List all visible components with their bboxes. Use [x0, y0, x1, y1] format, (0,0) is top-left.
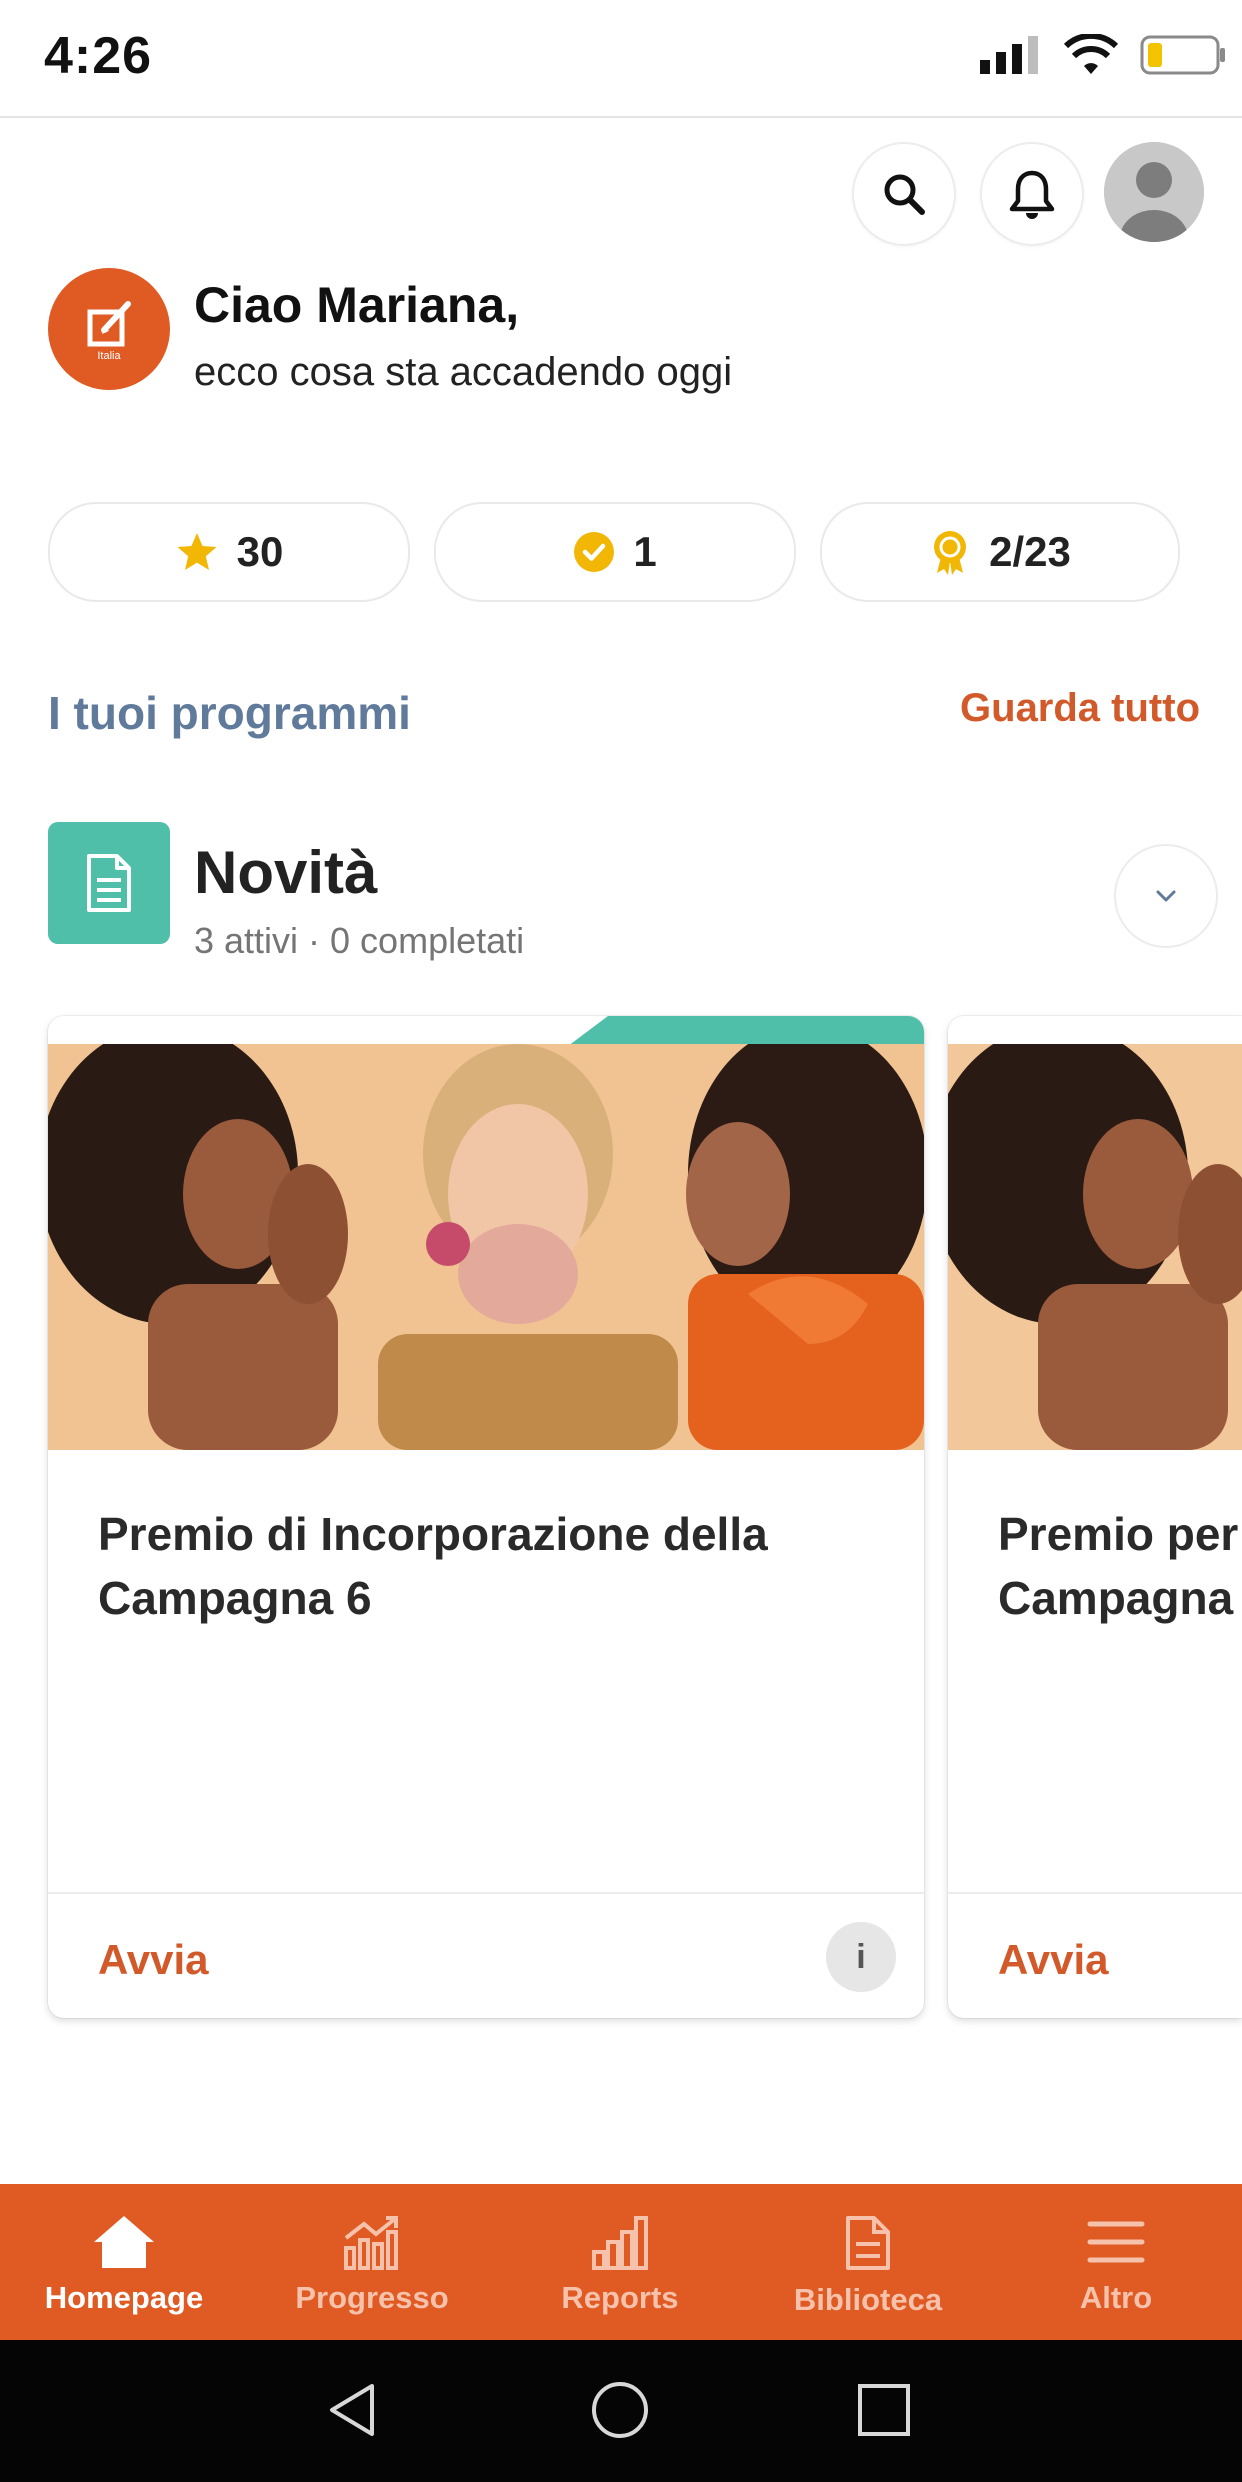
menu-icon [1087, 2221, 1145, 2263]
recents-icon[interactable] [856, 2382, 912, 2438]
notifications-button[interactable] [980, 142, 1084, 246]
brand-logo-text: Italia [97, 350, 121, 362]
collapse-group-button[interactable] [1114, 844, 1218, 948]
stat-completed[interactable]: 1 [434, 502, 796, 602]
nav-reports[interactable]: Reports [496, 2184, 744, 2340]
nav-biblioteca-label: Biblioteca [793, 2282, 943, 2317]
nav-altro[interactable]: Altro [992, 2184, 1240, 2340]
document-icon [846, 2216, 890, 2270]
card-image [48, 1044, 924, 1450]
card-title: Premio per Campagna [998, 1508, 1239, 1624]
search-button[interactable] [852, 142, 956, 246]
card-divider [48, 1892, 924, 1894]
nav-progresso[interactable]: Progresso [248, 2184, 496, 2340]
stat-badges[interactable]: 2/23 [820, 502, 1180, 602]
nav-reports-label: Reports [561, 2280, 679, 2315]
stat-completed-value: 1 [633, 528, 657, 575]
greeting-title: Ciao Mariana, [194, 277, 520, 333]
stat-badges-value: 2/23 [989, 528, 1071, 575]
see-all-link[interactable]: Guarda tutto [960, 686, 1200, 731]
stat-points-value: 30 [236, 528, 284, 575]
bell-icon [1009, 170, 1055, 219]
bars-icon [592, 2216, 648, 2270]
chevron-down-icon [1156, 890, 1176, 902]
program-group-title: Novità [194, 839, 378, 906]
avatar-placeholder-icon [1104, 142, 1204, 242]
signal-icon [980, 36, 1038, 74]
programs-section-title: I tuoi programmi [48, 687, 411, 739]
program-card[interactable]: Premio per Campagna Avvia [948, 1016, 1242, 2018]
chart-icon [344, 2216, 398, 2270]
home-circle-icon[interactable] [590, 2380, 650, 2440]
search-icon [884, 174, 925, 215]
card-start-button[interactable]: Avvia [998, 1936, 1109, 1984]
nav-progresso-label: Progresso [295, 2280, 449, 2315]
back-icon[interactable] [324, 2380, 380, 2440]
stat-points[interactable]: 30 [48, 502, 410, 602]
nav-homepage[interactable]: Homepage [0, 2184, 248, 2340]
star-icon [177, 533, 217, 570]
greeting-subtitle: ecco cosa sta accadendo oggi [194, 350, 733, 394]
program-group-icon [48, 822, 170, 944]
badge-icon [934, 531, 967, 575]
home-icon [94, 2216, 154, 2268]
brand-logo: Italia [48, 268, 170, 390]
document-icon [87, 854, 131, 912]
program-group-subtitle: 3 attivi · 0 completati [194, 920, 525, 961]
status-time: 4:26 [44, 27, 153, 85]
edit-note-icon [87, 301, 131, 347]
nav-altro-label: Altro [1079, 2280, 1153, 2315]
wifi-icon [1064, 34, 1118, 74]
nav-homepage-label: Homepage [44, 2280, 204, 2315]
card-title: Premio di Incorporazione della Campagna … [98, 1508, 768, 1624]
check-circle-icon [574, 532, 615, 572]
card-divider [948, 1892, 1242, 1894]
user-avatar[interactable] [1104, 142, 1204, 242]
card-image [948, 1044, 1242, 1450]
system-navigation-bar [0, 2340, 1242, 2482]
nav-biblioteca[interactable]: Biblioteca [744, 2184, 992, 2340]
info-icon[interactable]: i [826, 1922, 896, 1992]
status-bar: 4:26 [0, 0, 1242, 118]
status-icons [980, 30, 1228, 80]
bottom-navigation: Homepage Progresso Reports Biblioteca Al… [0, 2184, 1242, 2340]
card-start-button[interactable]: Avvia [98, 1936, 209, 1984]
program-card[interactable]: Premio di Incorporazione della Campagna … [48, 1016, 924, 2018]
battery-icon [1140, 35, 1225, 75]
